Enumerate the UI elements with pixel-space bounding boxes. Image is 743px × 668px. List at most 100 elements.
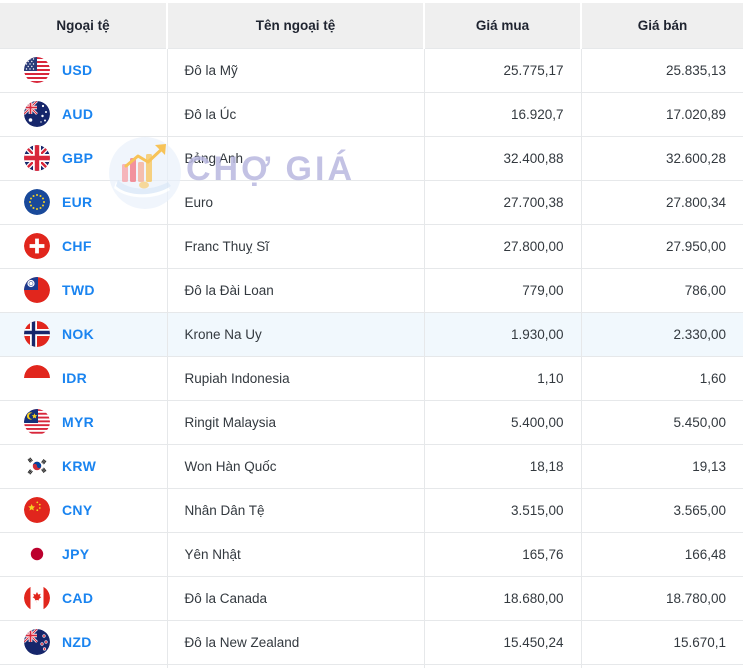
currency-name-cell: Franc Thuỵ Sĩ xyxy=(167,223,425,268)
currency-code: IDR xyxy=(62,370,88,386)
table-row-partial[interactable] xyxy=(0,663,743,668)
buy-price-cell: 18,18 xyxy=(424,443,582,488)
table-row[interactable]: USD Đô la Mỹ 25.775,17 25.835,13 xyxy=(0,47,743,92)
currency-name-cell: Bảng Anh xyxy=(167,135,425,180)
sell-price-cell xyxy=(581,663,743,668)
currency-cell: CNY xyxy=(0,487,168,532)
table-row[interactable]: CHF Franc Thuỵ Sĩ 27.800,00 27.950,00 xyxy=(0,223,743,268)
sell-price-cell: 17.020,89 xyxy=(581,91,743,136)
table-row[interactable]: IDR Rupiah Indonesia 1,10 1,60 xyxy=(0,355,743,400)
currency-name-cell: Đô la Úc xyxy=(167,91,425,136)
buy-price-cell: 3.515,00 xyxy=(424,487,582,532)
sell-price-cell: 3.565,00 xyxy=(581,487,743,532)
buy-price-cell: 15.450,24 xyxy=(424,619,582,664)
currency-code: CAD xyxy=(62,590,94,606)
table-row[interactable]: TWD Đô la Đài Loan 779,00 786,00 xyxy=(0,267,743,312)
currency-name-cell: Đô la New Zealand xyxy=(167,619,425,664)
currency-code: NOK xyxy=(62,326,95,342)
buy-price-cell: 5.400,00 xyxy=(424,399,582,444)
flag-tw-icon xyxy=(24,277,50,303)
column-header-currency[interactable]: Ngoại tệ xyxy=(0,3,168,48)
table-header-row: Ngoại tệ Tên ngoại tệ Giá mua Giá bán xyxy=(0,3,743,48)
currency-code: GBP xyxy=(62,150,94,166)
currency-code: NZD xyxy=(62,634,92,650)
column-header-buy-price[interactable]: Giá mua xyxy=(424,3,582,48)
currency-name-cell: Euro xyxy=(167,179,425,224)
flag-au-icon xyxy=(24,101,50,127)
table-row[interactable]: CNY Nhân Dân Tệ 3.515,00 3.565,00 xyxy=(0,487,743,532)
currency-cell: NZD xyxy=(0,619,168,664)
flag-id-icon xyxy=(24,365,50,391)
currency-cell: JPY xyxy=(0,531,168,576)
buy-price-cell: 27.800,00 xyxy=(424,223,582,268)
currency-code: CHF xyxy=(62,238,92,254)
column-header-currency-name[interactable]: Tên ngoại tệ xyxy=(167,3,425,48)
table-row[interactable]: GBP Bảng Anh 32.400,88 32.600,28 xyxy=(0,135,743,180)
table-row[interactable]: AUD Đô la Úc 16.920,7 17.020,89 xyxy=(0,91,743,136)
sell-price-cell: 5.450,00 xyxy=(581,399,743,444)
table-row[interactable]: EUR Euro 27.700,38 27.800,34 xyxy=(0,179,743,224)
sell-price-cell: 786,00 xyxy=(581,267,743,312)
sell-price-cell: 32.600,28 xyxy=(581,135,743,180)
sell-price-cell: 2.330,00 xyxy=(581,311,743,356)
flag-kr-icon xyxy=(24,453,50,479)
currency-name-cell: Đô la Đài Loan xyxy=(167,267,425,312)
table-row[interactable]: MYR Ringit Malaysia 5.400,00 5.450,00 xyxy=(0,399,743,444)
flag-eu-icon xyxy=(24,189,50,215)
flag-gb-icon xyxy=(24,145,50,171)
table-body: USD Đô la Mỹ 25.775,17 25.835,13 AUD Đô la Ú… xyxy=(0,47,743,668)
flag-ca-icon xyxy=(24,585,50,611)
currency-cell xyxy=(0,663,168,668)
flag-us-icon xyxy=(24,57,50,83)
flag-jp-icon xyxy=(24,541,50,567)
currency-name-cell: Rupiah Indonesia xyxy=(167,355,425,400)
currency-name-cell: Yên Nhật xyxy=(167,531,425,576)
buy-price-cell xyxy=(424,663,582,668)
buy-price-cell: 32.400,88 xyxy=(424,135,582,180)
currency-cell: USD xyxy=(0,47,168,92)
buy-price-cell: 165,76 xyxy=(424,531,582,576)
table-row[interactable]: NOK Krone Na Uy 1.930,00 2.330,00 xyxy=(0,311,743,356)
sell-price-cell: 27.800,34 xyxy=(581,179,743,224)
currency-name-cell: Đô la Mỹ xyxy=(167,47,425,92)
currency-cell: AUD xyxy=(0,91,168,136)
buy-price-cell: 779,00 xyxy=(424,267,582,312)
table-row[interactable]: JPY Yên Nhật 165,76 166,48 xyxy=(0,531,743,576)
sell-price-cell: 166,48 xyxy=(581,531,743,576)
sell-price-cell: 19,13 xyxy=(581,443,743,488)
flag-no-icon xyxy=(24,321,50,347)
currency-name-cell: Krone Na Uy xyxy=(167,311,425,356)
sell-price-cell: 27.950,00 xyxy=(581,223,743,268)
currency-cell: CAD xyxy=(0,575,168,620)
buy-price-cell: 18.680,00 xyxy=(424,575,582,620)
currency-code: USD xyxy=(62,62,93,78)
currency-cell: GBP xyxy=(0,135,168,180)
currency-name-cell: Won Hàn Quốc xyxy=(167,443,425,488)
currency-code: EUR xyxy=(62,194,93,210)
currency-cell: TWD xyxy=(0,267,168,312)
exchange-rate-table-container: CHỢ GIÁ Ngoại tệ Tên ngoại tệ Giá mua Gi… xyxy=(0,0,743,668)
currency-code: AUD xyxy=(62,106,94,122)
flag-cn-icon xyxy=(24,497,50,523)
sell-price-cell: 18.780,00 xyxy=(581,575,743,620)
currency-cell: MYR xyxy=(0,399,168,444)
currency-cell: KRW xyxy=(0,443,168,488)
table-row[interactable]: CAD Đô la Canada 18.680,00 18.780,00 xyxy=(0,575,743,620)
flag-my-icon xyxy=(24,409,50,435)
sell-price-cell: 1,60 xyxy=(581,355,743,400)
currency-name-cell: Ringit Malaysia xyxy=(167,399,425,444)
currency-cell: CHF xyxy=(0,223,168,268)
currency-cell: IDR xyxy=(0,355,168,400)
currency-name-cell: Nhân Dân Tệ xyxy=(167,487,425,532)
column-header-sell-price[interactable]: Giá bán xyxy=(581,3,743,48)
buy-price-cell: 1,10 xyxy=(424,355,582,400)
currency-code: CNY xyxy=(62,502,93,518)
currency-code: TWD xyxy=(62,282,95,298)
table-row[interactable]: NZD Đô la New Zealand 15.450,24 15.670,1 xyxy=(0,619,743,664)
table-header: Ngoại tệ Tên ngoại tệ Giá mua Giá bán xyxy=(0,3,743,48)
currency-code: KRW xyxy=(62,458,97,474)
table-row[interactable]: KRW Won Hàn Quốc 18,18 19,13 xyxy=(0,443,743,488)
currency-cell: EUR xyxy=(0,179,168,224)
currency-code: JPY xyxy=(62,546,90,562)
buy-price-cell: 16.920,7 xyxy=(424,91,582,136)
